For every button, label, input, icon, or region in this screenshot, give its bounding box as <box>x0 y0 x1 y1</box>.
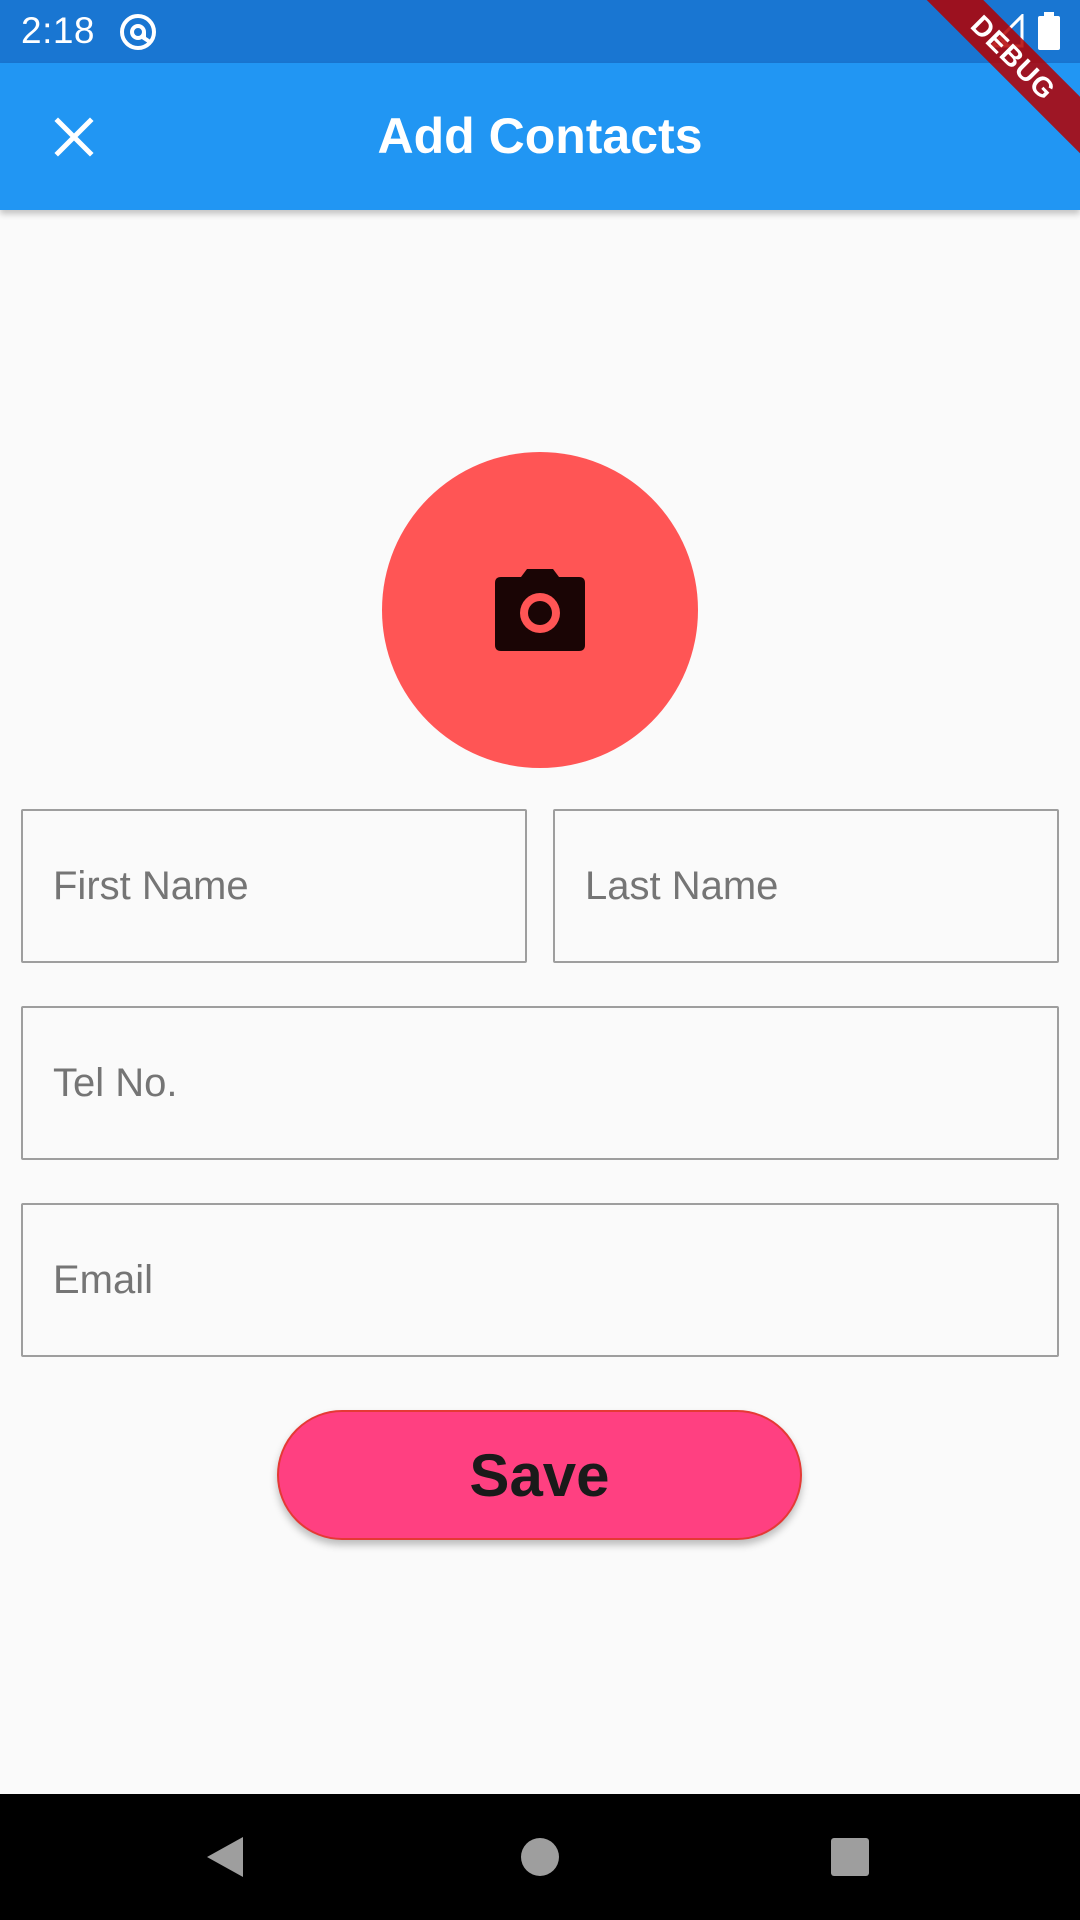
first-name-input[interactable] <box>23 811 525 961</box>
last-name-input[interactable] <box>555 811 1057 961</box>
page-title: Add Contacts <box>377 108 703 164</box>
signal-icon <box>990 14 1024 48</box>
recents-square-icon <box>831 1838 869 1876</box>
tel-field[interactable] <box>21 1006 1059 1160</box>
nav-back-button[interactable] <box>185 1817 265 1897</box>
add-contacts-screen: 2:18 DEBUG Add Contacts First Name Last … <box>0 0 1080 1920</box>
back-triangle-icon <box>207 1837 243 1877</box>
battery-icon <box>1038 12 1060 50</box>
app-bar: Add Contacts <box>0 63 1080 210</box>
email-input[interactable] <box>23 1205 1057 1355</box>
nav-recents-button[interactable] <box>810 1817 890 1897</box>
save-button[interactable]: Save <box>277 1410 802 1540</box>
status-time: 2:18 <box>21 10 96 51</box>
email-field[interactable] <box>21 1203 1059 1357</box>
add-photo-button[interactable] <box>382 452 698 768</box>
last-name-field[interactable] <box>553 809 1059 963</box>
tel-input[interactable] <box>23 1008 1057 1158</box>
nav-home-button[interactable] <box>500 1817 580 1897</box>
home-circle-icon <box>521 1838 559 1876</box>
status-bar: 2:18 <box>0 0 1080 63</box>
first-name-field[interactable] <box>21 809 527 963</box>
at-sign-icon <box>120 14 156 50</box>
navigation-bar <box>0 1794 1080 1920</box>
camera-icon <box>495 569 585 651</box>
